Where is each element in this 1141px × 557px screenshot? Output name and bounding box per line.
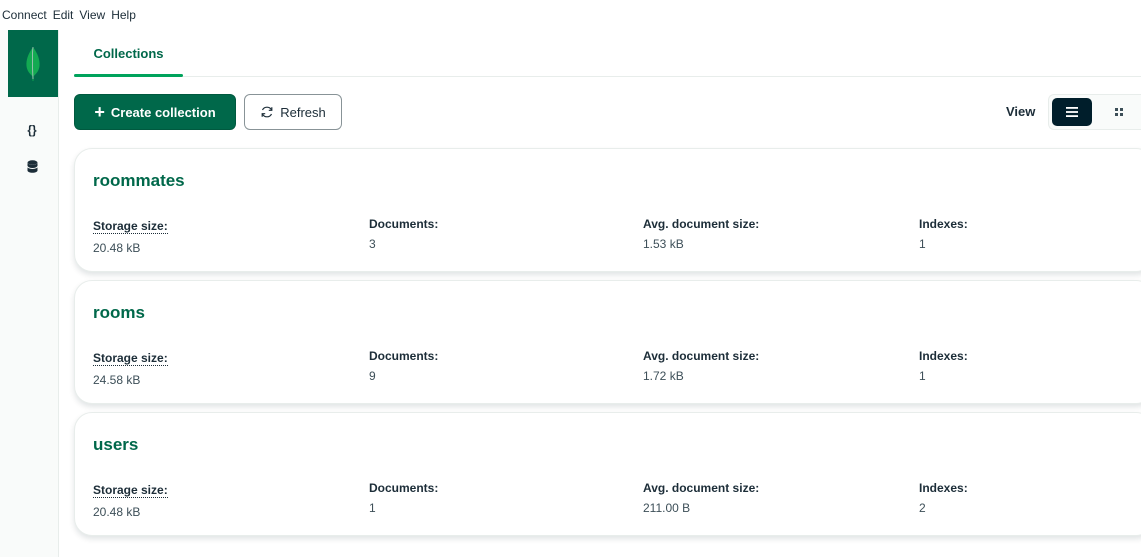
menu-help[interactable]: Help (111, 8, 142, 22)
sidebar-item-documents[interactable]: {} (22, 120, 42, 140)
stat-value: 1 (369, 501, 376, 515)
tab-bar: Collections (74, 30, 1141, 77)
stat-value: 2 (919, 501, 926, 515)
stat-label: Indexes: (919, 481, 968, 495)
grid-view-button[interactable] (1101, 98, 1137, 126)
menu-view[interactable]: View (79, 8, 111, 22)
list-view-button[interactable] (1052, 98, 1092, 126)
create-collection-button[interactable]: + Create collection (74, 94, 236, 130)
stat-label: Documents: (369, 349, 439, 363)
grid-icon (1115, 108, 1123, 116)
stat-indexes: Indexes: 1 (919, 217, 968, 251)
stat-label: Avg. document size: (643, 349, 760, 363)
stat-storage-size: Storage size: 20.48 kB (93, 217, 168, 255)
tab-collections[interactable]: Collections (74, 30, 183, 77)
menu-edit[interactable]: Edit (53, 8, 80, 22)
refresh-icon (261, 106, 273, 118)
collection-card[interactable]: roommates Storage size: 20.48 kB Documen… (74, 148, 1141, 272)
menu-bar: Connect Edit View Help (0, 0, 1141, 30)
leaf-icon (26, 46, 40, 81)
collection-name[interactable]: rooms (93, 303, 145, 323)
plus-icon: + (94, 102, 105, 122)
stat-avg-document-size: Avg. document size: 1.53 kB (643, 217, 759, 251)
stat-label: Avg. document size: (643, 217, 760, 231)
stat-value: 1 (919, 237, 926, 251)
mongodb-logo[interactable] (8, 30, 58, 97)
refresh-button[interactable]: Refresh (244, 94, 342, 130)
stat-documents: Documents: 1 (369, 481, 438, 515)
create-collection-label: Create collection (110, 104, 216, 120)
stat-storage-size: Storage size: 24.58 kB (93, 349, 168, 387)
menu-connect[interactable]: Connect (0, 8, 53, 22)
stat-label[interactable]: Storage size: (93, 219, 168, 234)
stat-documents: Documents: 3 (369, 217, 438, 251)
stat-label: Indexes: (919, 349, 968, 363)
stat-value: 1.53 kB (643, 237, 684, 251)
stat-value: 20.48 kB (93, 241, 141, 255)
stat-value: 9 (369, 369, 376, 383)
stat-documents: Documents: 9 (369, 349, 438, 383)
sidebar-item-databases[interactable] (22, 156, 42, 176)
collection-card[interactable]: users Storage size: 20.48 kB Documents: … (74, 412, 1141, 536)
stat-value: 20.48 kB (93, 505, 141, 519)
stat-avg-document-size: Avg. document size: 211.00 B (643, 481, 759, 515)
collection-card[interactable]: rooms Storage size: 24.58 kB Documents: … (74, 280, 1141, 404)
collection-name[interactable]: users (93, 435, 138, 455)
view-toggle (1048, 94, 1141, 130)
view-label: View (1006, 104, 1036, 119)
stat-label: Indexes: (919, 217, 968, 231)
refresh-label: Refresh (280, 104, 326, 120)
stat-avg-document-size: Avg. document size: 1.72 kB (643, 349, 759, 383)
stat-value: 24.58 kB (93, 373, 141, 387)
stat-label[interactable]: Storage size: (93, 483, 168, 498)
sidebar: {} (0, 30, 59, 557)
list-icon (1066, 107, 1078, 117)
stat-indexes: Indexes: 1 (919, 349, 968, 383)
stat-storage-size: Storage size: 20.48 kB (93, 481, 168, 519)
stat-value: 1 (919, 369, 926, 383)
database-icon (26, 159, 38, 173)
stat-label: Avg. document size: (643, 481, 760, 495)
stat-label: Documents: (369, 481, 439, 495)
stat-value: 1.72 kB (643, 369, 684, 383)
stat-value: 3 (369, 237, 376, 251)
stat-label: Documents: (369, 217, 439, 231)
braces-icon: {} (27, 123, 37, 137)
stat-value: 211.00 B (643, 501, 691, 515)
stat-indexes: Indexes: 2 (919, 481, 968, 515)
stat-label[interactable]: Storage size: (93, 351, 168, 366)
active-tab-indicator (74, 74, 183, 77)
collection-name[interactable]: roommates (93, 171, 185, 191)
tab-collections-label: Collections (93, 45, 164, 61)
